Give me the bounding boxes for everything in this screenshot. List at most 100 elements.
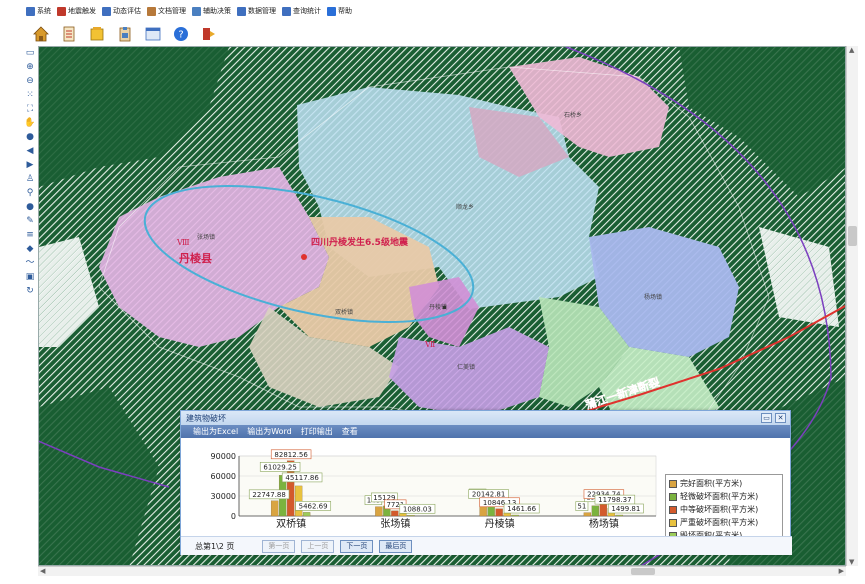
menu-item[interactable]: 辅助决策 <box>192 6 231 16</box>
point-icon[interactable]: ◆ <box>25 244 36 255</box>
full-extent-icon[interactable]: ⁙ <box>25 90 36 101</box>
bar <box>375 506 383 517</box>
back-icon[interactable]: ◀ <box>25 146 36 157</box>
legend-item: 中等破坏面积(平方米) <box>669 503 779 516</box>
query-icon <box>282 6 291 16</box>
menu-item-label: 文档管理 <box>158 7 186 15</box>
bar <box>294 485 303 517</box>
clipboard-icon[interactable] <box>116 25 134 43</box>
window-title: 建筑物破坏 <box>186 413 226 423</box>
menu-item-label: 数据管理 <box>248 7 276 15</box>
find-icon[interactable]: ⚲ <box>25 188 36 199</box>
bar <box>391 510 399 517</box>
folder-icon[interactable] <box>88 25 106 43</box>
data-label: 1461.66 <box>507 505 536 513</box>
pan-icon[interactable]: ✋ <box>24 118 35 129</box>
help-icon[interactable]: ? <box>172 25 190 43</box>
page-indicator: 总第1\2 页 <box>195 541 235 551</box>
data-label: 1499.81 <box>611 505 640 513</box>
home-icon[interactable] <box>32 25 50 43</box>
menu-item[interactable]: 地震触发 <box>57 6 96 16</box>
svg-text:?: ? <box>178 30 183 41</box>
data-label: 22747.88 <box>252 491 285 499</box>
x-tick-label: 双桥镇 <box>276 517 306 530</box>
menu-bar: 系统 地震触发 动态评估 文档管理 辅助决策 数据管理 查询统计 帮助 <box>0 0 865 22</box>
bar <box>503 513 511 517</box>
exit-icon[interactable] <box>200 25 218 43</box>
view-button[interactable]: 查看 <box>342 426 358 437</box>
damage-chart: 0 30000 60000 90000 双桥镇 22747.88 61029.25 82812… <box>181 438 792 546</box>
scroll-down-icon[interactable]: ▼ <box>849 558 854 566</box>
window-title-bar[interactable]: 建筑物破坏 ▭ ✕ <box>181 411 790 425</box>
layer-icon[interactable]: ▣ <box>25 272 36 283</box>
town-label: 石桥乡 <box>564 111 582 119</box>
data-icon <box>237 6 246 16</box>
bar <box>407 515 415 517</box>
data-label: 11798.37 <box>598 496 631 504</box>
forward-icon[interactable]: ▶ <box>25 160 36 171</box>
document-icon[interactable] <box>60 25 78 43</box>
line-icon[interactable]: 〜 <box>25 258 36 269</box>
town-label: 张场镇 <box>197 233 215 241</box>
vertical-scrollbar[interactable]: ▲ ▼ <box>846 46 858 566</box>
bar <box>399 513 407 517</box>
scroll-thumb[interactable] <box>631 568 655 575</box>
epicenter-label: 四川丹棱发生6.5级地震 <box>311 236 409 248</box>
intensity-label: Ⅷ <box>176 238 190 247</box>
y-tick-label: 0 <box>231 512 236 521</box>
epicenter-marker[interactable] <box>301 254 307 260</box>
zoom-out-icon[interactable]: ⊖ <box>25 76 36 87</box>
export-excel-button[interactable]: 输出为Excel <box>193 426 238 437</box>
bar <box>615 514 624 517</box>
menu-item[interactable]: 动态评估 <box>102 6 141 16</box>
select-icon[interactable]: ▭ <box>25 48 36 59</box>
decision-icon <box>192 6 201 16</box>
scroll-up-icon[interactable]: ▲ <box>849 46 854 54</box>
last-page-button[interactable]: 最后页 <box>379 539 413 553</box>
system-icon <box>26 6 35 16</box>
export-word-button[interactable]: 输出为Word <box>247 426 292 437</box>
menu-item[interactable]: 帮助 <box>327 6 352 16</box>
town-label: 杨场镇 <box>644 293 662 301</box>
legend-item: 完好面积(平方米) <box>669 477 779 490</box>
bar <box>302 512 311 517</box>
print-button[interactable]: 打印输出 <box>301 426 333 437</box>
menu-item[interactable]: 查询统计 <box>282 6 321 16</box>
ruler-icon[interactable]: ≡ <box>25 230 36 241</box>
data-label: 82812.56 <box>274 451 308 459</box>
horizontal-scrollbar[interactable]: ◀ ▶ <box>38 566 846 576</box>
first-page-button[interactable]: 第一页 <box>262 539 296 553</box>
window-menu: 输出为Excel 输出为Word 打印输出 查看 <box>181 425 790 438</box>
x-tick-label: 丹棱镇 <box>485 517 515 530</box>
x-tick-label: 杨场镇 <box>589 517 619 530</box>
refresh-icon[interactable]: ↻ <box>25 286 36 297</box>
zoom-in-icon[interactable]: ⊕ <box>25 62 36 73</box>
legend-swatch <box>669 518 677 527</box>
scroll-right-icon[interactable]: ▶ <box>839 567 844 575</box>
y-tick-label: 90000 <box>211 452 236 461</box>
data-label: 51 <box>577 503 586 511</box>
measure-icon[interactable]: ✎ <box>25 216 36 227</box>
bar <box>591 505 600 517</box>
close-icon[interactable]: ✕ <box>775 413 786 423</box>
data-label: 5462.69 <box>299 502 328 510</box>
info-icon[interactable]: ● <box>25 202 36 213</box>
fit-extent-icon[interactable]: ⛶ <box>25 104 36 115</box>
window-icon[interactable] <box>144 25 162 43</box>
scroll-thumb[interactable] <box>848 226 857 246</box>
next-page-button[interactable]: 下一页 <box>340 539 374 553</box>
menu-item-label: 地震触发 <box>68 7 96 15</box>
menu-item[interactable]: 文档管理 <box>147 6 186 16</box>
data-label: 20142.81 <box>472 491 505 499</box>
globe-icon[interactable]: ● <box>25 132 36 143</box>
legend-swatch <box>669 492 677 501</box>
prev-page-button[interactable]: 上一页 <box>301 539 335 553</box>
menu-item[interactable]: 数据管理 <box>237 6 276 16</box>
building-damage-window: 建筑物破坏 ▭ ✕ 输出为Excel 输出为Word 打印输出 查看 0 3000… <box>180 410 792 555</box>
scroll-left-icon[interactable]: ◀ <box>40 567 45 575</box>
restore-icon[interactable]: ▭ <box>761 413 772 423</box>
x-tick-label: 张场镇 <box>380 517 410 530</box>
menu-item[interactable]: 系统 <box>26 6 51 16</box>
identify-icon[interactable]: ♙ <box>25 174 36 185</box>
doc-icon <box>147 6 156 16</box>
